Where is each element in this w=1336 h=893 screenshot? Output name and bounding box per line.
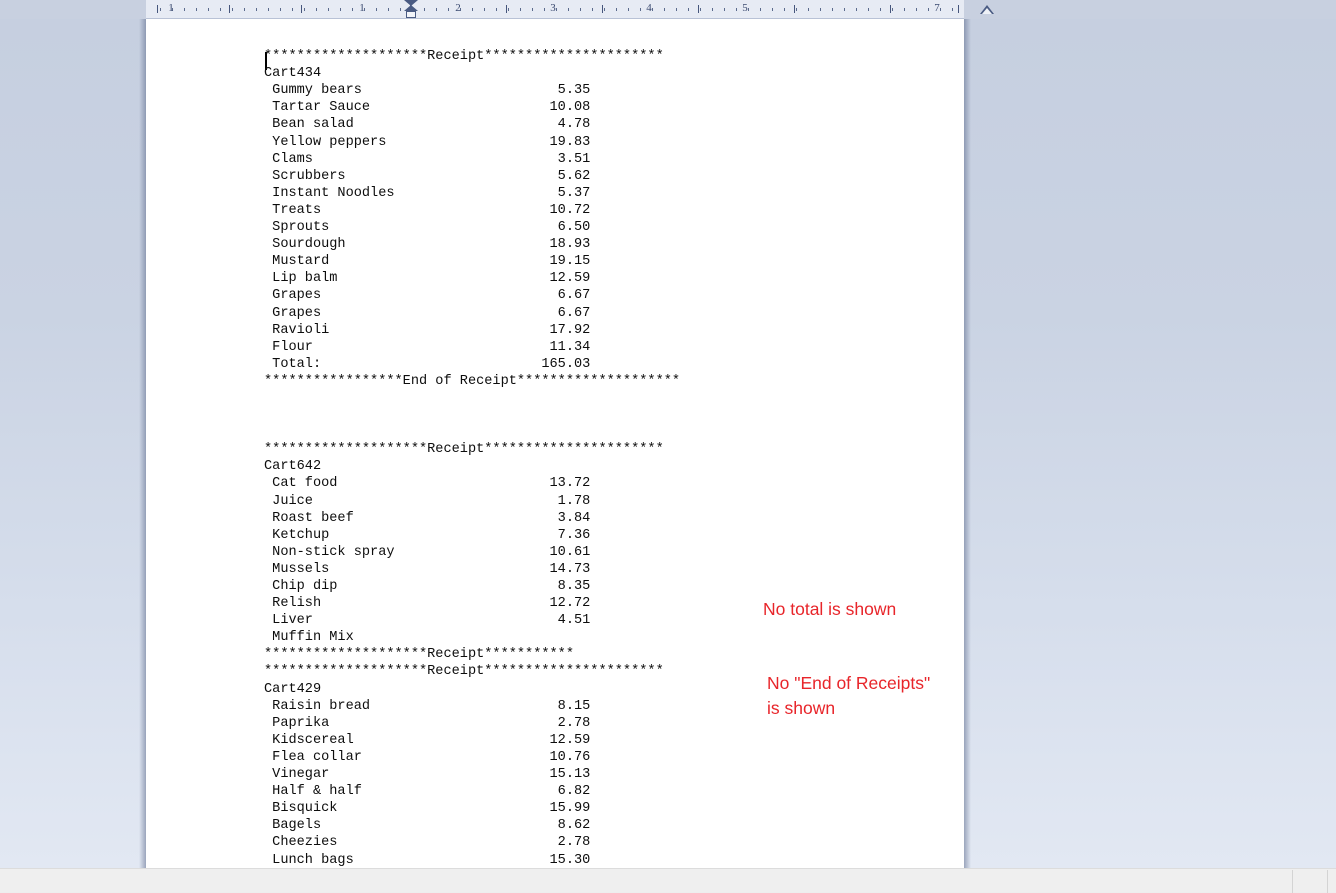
ruler-tick [292,8,293,11]
ruler-tick [436,8,437,11]
right-indent-triangle-inner-icon [982,8,992,14]
ruler-tick [328,8,329,11]
ruler-tick [592,8,593,11]
ruler-tick [628,8,629,11]
ruler-tick [520,8,521,11]
ruler-tick [928,8,929,11]
ruler-tick [208,8,209,11]
ruler-ticks: 1 1 2 3 4 5 7 [146,0,964,19]
document-editor-window: 1 1 2 3 4 5 7 ********************Receipt*****… [0,0,1336,893]
ruler-tick [676,8,677,11]
ruler-tick [832,8,833,11]
ruler-tick [352,8,353,11]
ruler-tick [580,8,581,11]
ruler-number: 5 [742,2,748,14]
ruler-tick [760,8,761,11]
ruler-tick [160,8,161,11]
ruler-tick [616,8,617,11]
annotation-no-total: No total is shown [763,599,897,619]
status-bar-divider-2 [1327,870,1328,893]
ruler-tick [868,8,869,11]
ruler-tick [280,8,281,11]
ruler-tick [184,8,185,11]
ruler-tick [844,8,845,11]
ruler-number: 7 [934,2,940,14]
ruler-tick [736,8,737,11]
ruler-tick [688,8,689,11]
ruler-tick [388,8,389,11]
ruler-major-tick [698,5,699,13]
ruler-tick [232,8,233,11]
ruler-tick [700,8,701,11]
ruler-number: 4 [646,2,652,14]
ruler-tick [712,8,713,11]
ruler-strip: 1 1 2 3 4 5 7 [0,0,1336,19]
ruler-major-tick [958,5,959,13]
ruler-tick [400,8,401,11]
right-indent-marker[interactable] [980,5,994,14]
ruler-major-tick [602,5,603,13]
ruler-tick [568,8,569,11]
ruler-major-tick [157,5,158,13]
ruler-tick [808,8,809,11]
document-page[interactable]: ********************Receipt*************… [146,19,964,868]
ruler-tick [196,8,197,11]
ruler-tick [304,8,305,11]
ruler-tick [904,8,905,11]
ruler-tick [268,8,269,11]
ruler-tick [784,8,785,11]
ruler-tick [544,8,545,11]
ruler-tick [448,8,449,11]
ruler-tick [424,8,425,11]
ruler-major-tick [890,5,891,13]
first-line-indent-marker[interactable] [404,0,418,19]
ruler-number: 3 [550,2,556,14]
ruler-tick [664,8,665,11]
ruler-tick [256,8,257,11]
left-indent-box-icon [406,11,416,18]
receipt-text-body[interactable]: ********************Receipt*************… [264,31,680,869]
ruler-tick [376,8,377,11]
ruler-tick [220,8,221,11]
ruler-major-tick [794,5,795,13]
ruler-tick [508,8,509,11]
ruler-tick [532,8,533,11]
ruler-tick [316,8,317,11]
ruler-tick [916,8,917,11]
page-shadow-left [139,19,146,868]
ruler-major-tick [301,5,302,13]
ruler-tick [640,8,641,11]
ruler-number: 2 [455,2,461,14]
ruler-tick [796,8,797,11]
document-canvas[interactable]: ********************Receipt*************… [0,19,1336,868]
ruler-major-tick [506,5,507,13]
ruler-tick [496,8,497,11]
ruler-tick [952,8,953,11]
ruler-number: 1 [168,2,174,14]
ruler-tick [892,8,893,11]
ruler-tick [484,8,485,11]
ruler-tick [604,8,605,11]
ruler-major-tick [229,5,230,13]
ruler-number: 1 [359,2,365,14]
ruler-tick [820,8,821,11]
ruler-tick [244,8,245,11]
status-bar [0,868,1336,893]
ruler-tick [856,8,857,11]
status-bar-divider-1 [1292,870,1293,893]
horizontal-ruler[interactable]: 1 1 2 3 4 5 7 [146,0,994,19]
ruler-tick [472,8,473,11]
ruler-tick [340,8,341,11]
page-shadow-right [964,19,971,868]
ruler-tick [772,8,773,11]
annotation-no-end-of-receipts: No "End of Receipts" is shown [767,673,931,718]
ruler-tick [724,8,725,11]
ruler-tick [880,8,881,11]
